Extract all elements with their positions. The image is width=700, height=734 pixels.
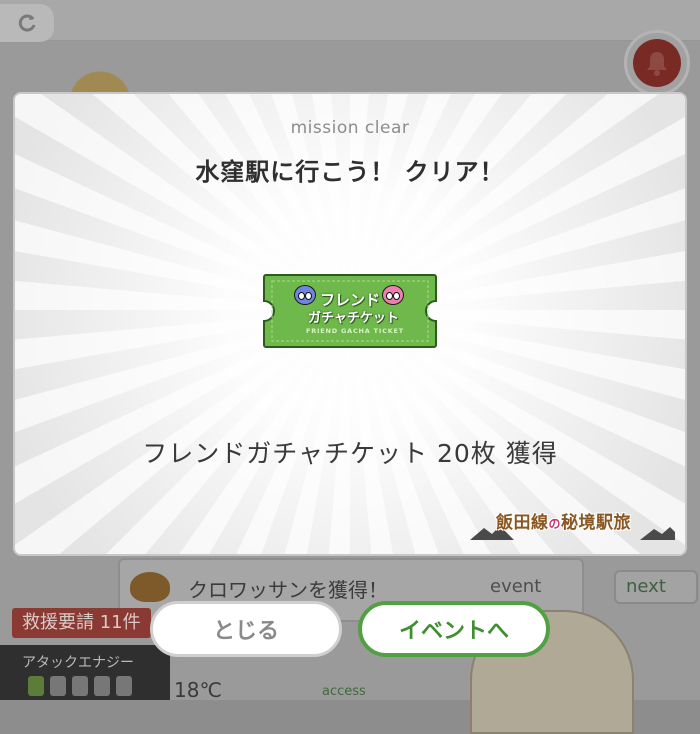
top-bar (0, 0, 700, 41)
energy-gauge (28, 676, 132, 696)
energy-cell (28, 676, 44, 696)
logo-connector: の (548, 517, 562, 531)
logo-main: 飯田線 (496, 513, 549, 533)
reward-text: フレンドガチャチケット 20枚 獲得 (142, 439, 558, 468)
attack-energy-label: アタックエナジー (22, 655, 134, 671)
temperature-readout: 18℃ (174, 678, 222, 702)
next-button[interactable]: next (614, 570, 698, 604)
notification-button[interactable] (624, 30, 690, 96)
refresh-button[interactable] (0, 4, 54, 42)
dialog-subtitle: mission clear (290, 118, 410, 138)
energy-cell (72, 676, 88, 696)
energy-cell (94, 676, 110, 696)
access-label: access (322, 684, 366, 699)
friend-gacha-ticket-icon: フレンド ガチャチケット FRIEND GACHA TICKET (262, 273, 438, 349)
dialog-title: 水窪駅に行こう！ クリア！ (195, 158, 505, 186)
logo-tail: 秘境駅旅 (561, 513, 632, 533)
mission-clear-dialog: mission clear 水窪駅に行こう！ クリア！ フレンド ガチャチケット… (15, 94, 685, 554)
refresh-icon (18, 14, 36, 32)
logo-text: 飯田線の秘境駅旅 (496, 508, 631, 533)
pink-character-icon (382, 285, 404, 305)
next-label: next (626, 576, 666, 597)
close-button[interactable]: とじる (150, 601, 342, 657)
croissant-icon (130, 572, 170, 602)
iida-line-logo: 飯田線の秘境駅旅 (470, 504, 675, 540)
close-button-label: とじる (212, 619, 279, 644)
blue-character-icon (294, 285, 316, 305)
energy-cell (116, 676, 132, 696)
event-button-label: イベントへ (398, 619, 509, 644)
energy-cell (50, 676, 66, 696)
bell-icon (633, 39, 681, 87)
go-to-event-button[interactable]: イベントへ (358, 601, 550, 657)
news-tag: event (490, 576, 542, 597)
news-text: クロワッサンを獲得！ (188, 578, 388, 602)
ticket-subtitle: ガチャチケット (308, 311, 399, 326)
rescue-request-badge[interactable]: 救援要請 11件 (12, 608, 151, 638)
ticket-caption: FRIEND GACHA TICKET (306, 327, 405, 335)
